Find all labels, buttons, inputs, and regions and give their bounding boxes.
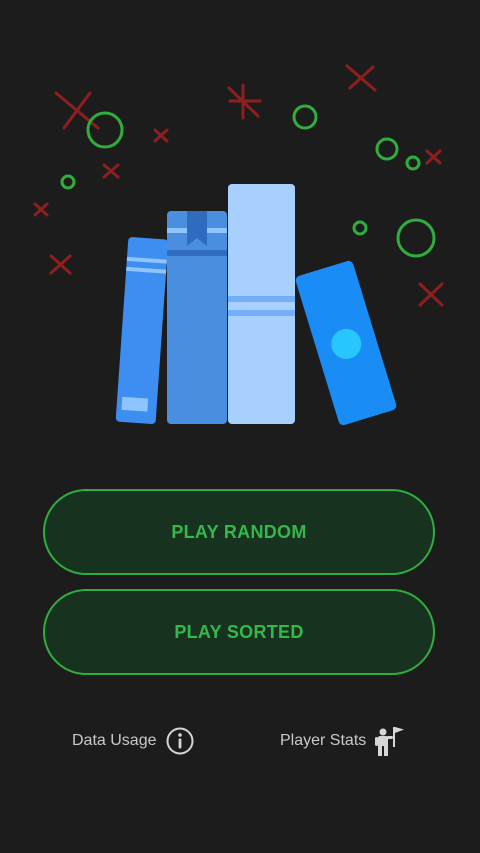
play-random-button[interactable]: PLAY RANDOM: [43, 489, 435, 575]
player-stats-label: Player Stats: [280, 732, 367, 749]
player-flag-icon: [375, 727, 405, 756]
play-random-label: PLAY RANDOM: [171, 521, 307, 542]
book-bookmark: [167, 211, 227, 424]
player-stats-link[interactable]: Player Stats: [280, 723, 406, 759]
play-sorted-label: PLAY SORTED: [174, 621, 304, 642]
data-usage-link[interactable]: Data Usage: [72, 723, 195, 759]
main-screen: PLAY RANDOM PLAY SORTED Data Usage Playe…: [0, 0, 480, 853]
book-right: [295, 260, 397, 426]
book-tall: [228, 184, 295, 424]
books-illustration: [33, 64, 444, 426]
data-usage-label: Data Usage: [72, 732, 157, 749]
info-icon: [166, 727, 193, 755]
book-left: [115, 237, 169, 424]
play-sorted-button[interactable]: PLAY SORTED: [43, 589, 435, 675]
